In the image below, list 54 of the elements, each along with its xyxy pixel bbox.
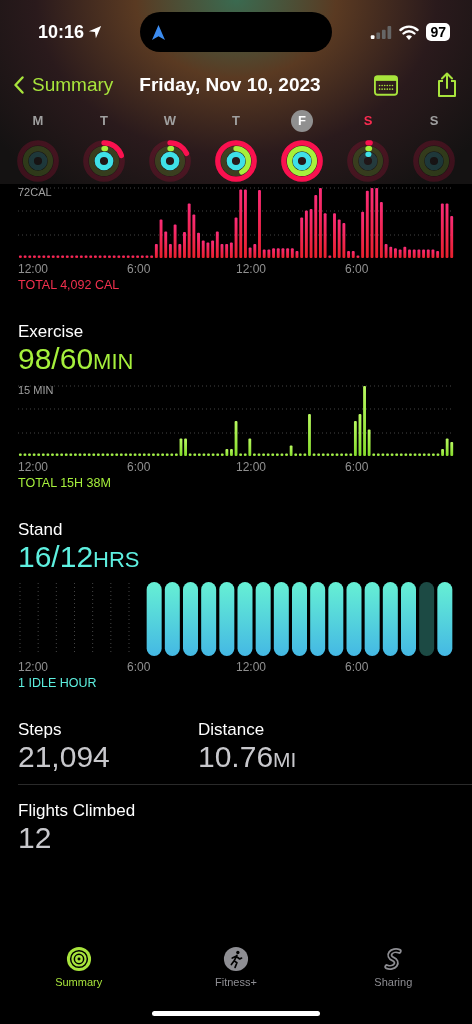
- axis-label: 6:00: [127, 460, 152, 474]
- stand-value: 16/12HRS: [17, 540, 141, 574]
- chart-scale-label: 15 MIN: [18, 384, 54, 396]
- axis-label: 6:00: [345, 660, 370, 674]
- stat-label: Distance: [198, 720, 266, 740]
- weekday-label[interactable]: S: [357, 110, 379, 132]
- activity-rings-icon[interactable]: [147, 138, 193, 184]
- tab-bar-item[interactable]: Fitness+: [186, 945, 286, 989]
- stat-value: 10.76MI: [198, 740, 298, 774]
- signal-icon: [370, 25, 393, 39]
- exercise-value: 98/60MIN: [17, 342, 135, 376]
- stat-value: 12: [18, 821, 53, 855]
- share-icon[interactable]: [436, 72, 458, 98]
- stand-title: Stand: [17, 520, 64, 540]
- weekday-label[interactable]: T: [225, 110, 247, 132]
- axis-label: 6:00: [345, 262, 370, 276]
- location-arrow-icon: [88, 25, 103, 39]
- activity-rings-icon[interactable]: [213, 138, 259, 184]
- axis-label: 12:00: [236, 660, 268, 674]
- axis-label: 6:00: [127, 660, 152, 674]
- weekday-label[interactable]: S: [423, 110, 445, 132]
- chart-scale-label: 72CAL: [18, 186, 52, 198]
- axis-label: 12:00: [18, 460, 50, 474]
- stat-label: Steps: [18, 720, 63, 740]
- axis-label: 6:00: [127, 262, 152, 276]
- axis-label: 12:00: [236, 262, 268, 276]
- move-total: TOTAL 4,092 CAL: [18, 278, 121, 292]
- weekday-label[interactable]: M: [27, 110, 49, 132]
- axis-label: 12:00: [18, 262, 50, 276]
- weekday-label[interactable]: W: [159, 110, 181, 132]
- stat-value: 21,094: [18, 740, 111, 774]
- exercise-total: TOTAL 15H 38M: [18, 476, 112, 490]
- stat-label: Flights Climbed: [18, 801, 137, 821]
- date-title: Friday, Nov 10, 2023: [139, 74, 322, 96]
- navigation-arrow-icon: [152, 24, 166, 40]
- battery-indicator: 97: [426, 23, 450, 41]
- axis-label: 12:00: [236, 460, 268, 474]
- chevron-icon: [14, 76, 24, 94]
- exercise-title: Exercise: [17, 322, 85, 342]
- activity-rings-icon[interactable]: [279, 138, 325, 184]
- status-time: 10:16: [38, 21, 85, 43]
- wifi-icon: [399, 24, 420, 40]
- activity-rings-icon[interactable]: [81, 138, 127, 184]
- tab-bar-item[interactable]: Summary: [28, 945, 129, 989]
- rings-icon: [65, 946, 92, 972]
- axis-label: 6:00: [345, 460, 370, 474]
- calendar-icon[interactable]: [374, 74, 398, 96]
- activity-rings-icon[interactable]: [345, 138, 391, 184]
- axis-label: 12:00: [18, 660, 50, 674]
- weekday-label[interactable]: T: [93, 110, 115, 132]
- back-link[interactable]: Summary: [14, 74, 114, 96]
- tab-bar-item[interactable]: Sharing: [343, 945, 444, 989]
- idle-hours-total: 1 IDLE HOUR: [18, 676, 98, 690]
- runner-icon: [223, 946, 249, 972]
